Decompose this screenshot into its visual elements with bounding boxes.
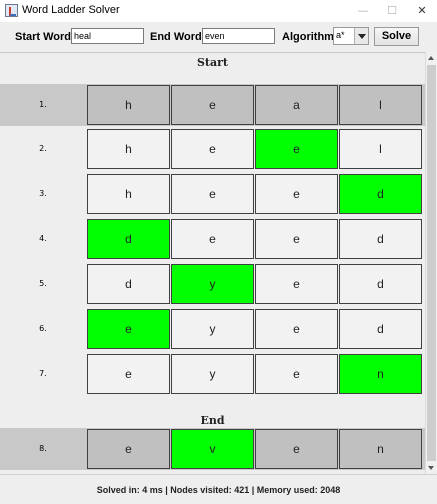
ladder-panel: Start End 1. h e a l 2. h e e l 3. h e e d 4. d e e d 5. d y e d… <box>0 52 425 474</box>
end-word-label: End Word: <box>150 31 206 43</box>
status-bar: Solved in: 4 ms | Nodes visited: 421 | M… <box>0 474 437 504</box>
letter-cell: e <box>171 85 254 125</box>
letter-cell-changed: d <box>87 219 170 259</box>
step-number: 2. <box>39 144 47 153</box>
vertical-scrollbar[interactable] <box>425 52 437 474</box>
scroll-up-arrow-icon[interactable] <box>426 52 437 64</box>
letter-cell-changed: e <box>87 309 170 349</box>
letter-cell: d <box>87 264 170 304</box>
java-app-icon <box>5 4 18 17</box>
letter-cell-changed: y <box>171 264 254 304</box>
ladder-row: 2. h e e l <box>0 128 425 170</box>
minimize-button[interactable]: — <box>348 0 378 22</box>
ladder-row: 3. h e e d <box>0 173 425 215</box>
letter-cell-changed: v <box>171 429 254 469</box>
letter-cell: h <box>87 85 170 125</box>
algorithm-select[interactable]: a* <box>333 27 369 45</box>
ladder-row: 6. e y e d <box>0 308 425 350</box>
letter-cell: e <box>87 429 170 469</box>
letter-cell: a <box>255 85 338 125</box>
scroll-down-arrow-icon[interactable] <box>426 462 437 474</box>
title-bar: Word Ladder Solver — ☐ ✕ <box>0 0 437 22</box>
letter-cell: d <box>339 309 422 349</box>
letter-cell: y <box>171 309 254 349</box>
solve-button[interactable]: Solve <box>374 27 419 46</box>
letter-cell: e <box>171 129 254 169</box>
step-number: 1. <box>39 100 47 109</box>
letter-cell: y <box>171 354 254 394</box>
step-number: 3. <box>39 189 47 198</box>
start-word-input[interactable]: heal <box>71 28 144 44</box>
ladder-row: 1. h e a l <box>0 84 425 126</box>
letter-cell: e <box>171 174 254 214</box>
end-word-input[interactable]: even <box>202 28 275 44</box>
close-button[interactable]: ✕ <box>407 0 437 22</box>
letter-cell: e <box>255 174 338 214</box>
start-word-label: Start Word: <box>15 31 75 43</box>
letter-cell: l <box>339 85 422 125</box>
letter-cell: e <box>255 309 338 349</box>
letter-cell: e <box>171 219 254 259</box>
algorithm-select-value: a* <box>336 30 345 40</box>
letter-cell-changed: e <box>255 129 338 169</box>
window-title: Word Ladder Solver <box>22 4 120 16</box>
ladder-row: 8. e v e n <box>0 428 425 470</box>
step-number: 6. <box>39 324 47 333</box>
start-heading: Start <box>196 56 229 69</box>
letter-cell: h <box>87 129 170 169</box>
letter-cell: d <box>339 219 422 259</box>
letter-cell: e <box>87 354 170 394</box>
ladder-row: 5. d y e d <box>0 263 425 305</box>
controls-panel: Start Word: heal End Word: even Algorith… <box>0 22 437 52</box>
letter-cell-changed: n <box>339 354 422 394</box>
letter-cell: e <box>255 429 338 469</box>
letter-cell: h <box>87 174 170 214</box>
algorithm-label: Algorithm: <box>282 31 338 43</box>
scrollbar-thumb[interactable] <box>427 65 436 461</box>
letter-cell: e <box>255 219 338 259</box>
letter-cell: e <box>255 354 338 394</box>
letter-cell: n <box>339 429 422 469</box>
letter-cell: l <box>339 129 422 169</box>
ladder-row: 7. e y e n <box>0 353 425 395</box>
step-number: 5. <box>39 279 47 288</box>
maximize-button[interactable]: ☐ <box>377 0 407 22</box>
step-number: 8. <box>39 444 47 453</box>
letter-cell: e <box>255 264 338 304</box>
letter-cell: d <box>339 264 422 304</box>
step-number: 4. <box>39 234 47 243</box>
step-number: 7. <box>39 369 47 378</box>
end-heading: End <box>200 414 225 427</box>
ladder-row: 4. d e e d <box>0 218 425 260</box>
chevron-down-icon[interactable] <box>354 28 368 44</box>
letter-cell-changed: d <box>339 174 422 214</box>
